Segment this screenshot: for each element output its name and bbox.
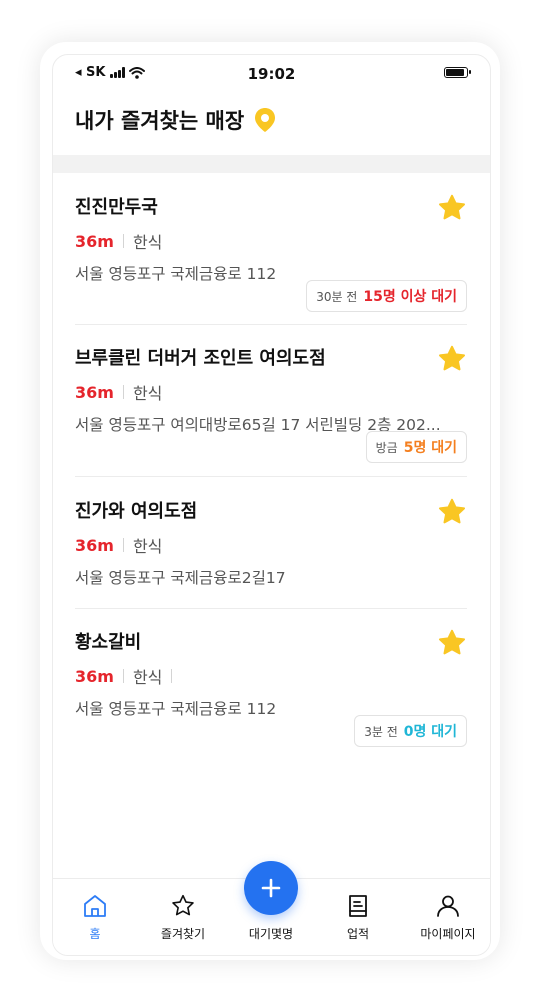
battery-icon [444,67,471,78]
store-distance: 36m [75,231,114,251]
store-distance: 36m [75,535,114,555]
star-outline-icon [172,894,194,916]
store-category: 한식 [132,668,163,687]
status-time: 19:02 [247,65,296,83]
store-card[interactable]: 진진만두국 36m 한식 서울 영등포구 국제금융로 112 30분 전 15명… [75,193,467,325]
tab-achievements-label: 업적 [346,927,370,941]
wait-time: 3분 전 [364,724,398,739]
wait-badge: 30분 전 15명 이상 대기 [306,280,467,312]
favorite-star-icon[interactable] [437,193,467,223]
tab-home[interactable]: 홈 [53,893,137,942]
plus-icon [261,878,281,898]
store-category: 한식 [132,384,163,403]
app-screen: ◂ SK 19:02 내가 즐겨찾는 매장 진진만두국 36m 한식 서울 영등… [52,54,491,956]
tab-wait-label: 대기몇명 [248,927,294,941]
wait-time: 방금 [375,440,398,455]
page-title: 내가 즐겨찾는 매장 [75,109,245,133]
tab-achievements[interactable]: 업적 [316,893,400,942]
store-name: 황소갈비 [75,632,142,653]
store-category: 한식 [132,233,163,252]
page-header: 내가 즐겨찾는 매장 [75,105,276,135]
tab-mypage[interactable]: 마이페이지 [406,893,490,942]
wait-count: 15명 이상 대기 [363,289,457,305]
store-meta: 36m 한식 [75,380,467,404]
store-card[interactable]: 황소갈비 36m 한식 서울 영등포구 국제금융로 112 3분 전 0명 대기 [75,628,467,748]
wait-time: 30분 전 [316,289,358,304]
meta-separator [122,538,124,552]
store-meta: 36m 한식 [75,533,467,557]
section-divider [53,155,490,173]
wait-badge: 방금 5명 대기 [365,431,467,463]
tab-mypage-label: 마이페이지 [420,927,476,941]
meta-separator [122,385,124,399]
meta-separator [171,669,173,683]
person-icon [437,895,459,917]
wait-count: 0명 대기 [403,724,457,740]
tab-favorites-label: 즐겨찾기 [160,927,206,941]
wait-count: 5명 대기 [403,440,457,456]
favorite-star-icon[interactable] [437,628,467,658]
home-icon [84,895,106,917]
store-card[interactable]: 진가와 여의도점 36m 한식 서울 영등포구 국제금융로2길17 [75,497,467,609]
meta-separator [122,234,124,248]
store-meta: 36m 한식 [75,664,467,688]
favorite-star-icon[interactable] [437,497,467,527]
store-card[interactable]: 브루클린 더버거 조인트 여의도점 36m 한식 서울 영등포구 여의대방로65… [75,344,467,477]
store-distance: 36m [75,382,114,402]
status-bar: ◂ SK 19:02 [53,55,490,95]
store-name: 진진만두국 [75,197,158,218]
store-name: 브루클린 더버거 조인트 여의도점 [75,348,326,369]
meta-separator [122,669,124,683]
wait-badge: 3분 전 0명 대기 [354,715,467,747]
store-category: 한식 [132,537,163,556]
favorite-star-icon[interactable] [437,344,467,374]
tab-home-label: 홈 [89,927,101,941]
location-pin-icon [255,108,276,132]
store-name: 진가와 여의도점 [75,501,198,522]
add-wait-button[interactable] [244,861,298,915]
tab-favorites[interactable]: 즐겨찾기 [141,893,225,942]
store-address: 서울 영등포구 국제금융로2길17 [75,569,286,587]
bottom-tab-bar: 홈 즐겨찾기 대기몇명 업적 마이페이지 [53,861,490,955]
receipt-icon [349,895,367,917]
store-distance: 36m [75,666,114,686]
store-meta: 36m 한식 [75,229,467,253]
